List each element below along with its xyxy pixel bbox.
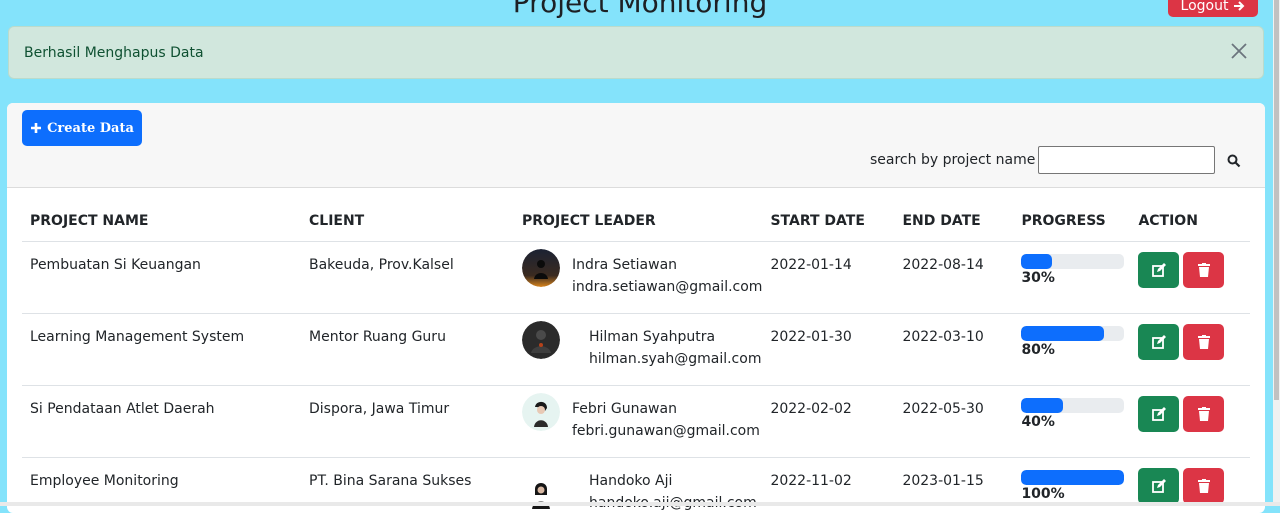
- scrollbar-thumb[interactable]: [1274, 0, 1279, 400]
- avatar: [522, 393, 560, 431]
- table-row: Pembuatan Si Keuangan Bakeuda, Prov.Kals…: [22, 242, 1250, 314]
- end-date: 2022-05-30: [894, 386, 1013, 458]
- table-row: Learning Management System Mentor Ruang …: [22, 314, 1250, 386]
- table-header-row: PROJECT NAME CLIENT PROJECT LEADER START…: [22, 201, 1250, 242]
- page-scrollbar[interactable]: [1273, 0, 1280, 506]
- progress-label: 30%: [1021, 269, 1130, 287]
- progress-fill: [1021, 254, 1052, 269]
- row-actions: [1138, 252, 1250, 288]
- card-header: Create Data search by project name :: [7, 103, 1265, 188]
- delete-button[interactable]: [1183, 396, 1224, 432]
- leader-email: hilman.syah@gmail.com: [589, 348, 761, 370]
- project-name: Si Pendataan Atlet Daerah: [22, 386, 301, 458]
- col-project-name: PROJECT NAME: [22, 201, 301, 242]
- col-progress: PROGRESS: [1013, 201, 1130, 242]
- trash-icon: [1198, 479, 1210, 493]
- leader-email: indra.setiawan@gmail.com: [572, 276, 762, 298]
- client-name: Dispora, Jawa Timur: [301, 386, 514, 458]
- end-date: 2022-03-10: [894, 314, 1013, 386]
- logout-button[interactable]: Logout: [1168, 0, 1258, 17]
- trash-icon: [1198, 407, 1210, 421]
- arrow-right-icon: [1233, 0, 1245, 12]
- delete-button[interactable]: [1183, 468, 1224, 504]
- progress-label: 40%: [1021, 413, 1130, 431]
- page-title: Project Monitoring: [0, 0, 1280, 19]
- project-name: Pembuatan Si Keuangan: [22, 242, 301, 314]
- close-icon[interactable]: [1229, 41, 1249, 61]
- delete-button[interactable]: [1183, 252, 1224, 288]
- edit-button[interactable]: [1138, 396, 1179, 432]
- edit-icon: [1152, 263, 1166, 277]
- row-actions: [1138, 396, 1250, 432]
- progress-fill: [1021, 326, 1103, 341]
- edit-button[interactable]: [1138, 324, 1179, 360]
- leader-name: Handoko Aji: [589, 470, 757, 492]
- col-action: ACTION: [1130, 201, 1250, 242]
- table-row: Si Pendataan Atlet Daerah Dispora, Jawa …: [22, 386, 1250, 458]
- project-leader: Hilman Syahputra hilman.syah@gmail.com: [522, 326, 762, 370]
- search-label: search by project name :: [870, 152, 1045, 168]
- start-date: 2022-01-14: [762, 242, 894, 314]
- edit-icon: [1152, 407, 1166, 421]
- start-date: 2022-02-02: [762, 386, 894, 458]
- edit-icon: [1152, 335, 1166, 349]
- trash-icon: [1198, 263, 1210, 277]
- project-table: PROJECT NAME CLIENT PROJECT LEADER START…: [22, 201, 1250, 513]
- trash-icon: [1198, 335, 1210, 349]
- progress-fill: [1021, 398, 1062, 413]
- col-client: CLIENT: [301, 201, 514, 242]
- client-name: Mentor Ruang Guru: [301, 314, 514, 386]
- leader-email: febri.gunawan@gmail.com: [572, 420, 760, 442]
- search-input[interactable]: [1038, 146, 1215, 174]
- alert-message: Berhasil Menghapus Data: [24, 45, 204, 61]
- row-actions: [1138, 324, 1250, 360]
- progress-fill: [1021, 470, 1124, 485]
- project-leader: Febri Gunawan febri.gunawan@gmail.com: [522, 398, 762, 442]
- row-actions: [1138, 468, 1250, 504]
- create-data-button[interactable]: Create Data: [22, 110, 142, 146]
- create-data-label: Create Data: [47, 121, 134, 136]
- col-start-date: START DATE: [762, 201, 894, 242]
- search-icon[interactable]: [1227, 154, 1241, 168]
- leader-name: Febri Gunawan: [572, 398, 760, 420]
- avatar: [522, 249, 560, 287]
- avatar: [522, 321, 560, 359]
- progress-label: 100%: [1021, 485, 1130, 503]
- client-name: Bakeuda, Prov.Kalsel: [301, 242, 514, 314]
- bottom-edge: [0, 502, 1280, 506]
- project-leader: Indra Setiawan indra.setiawan@gmail.com: [522, 254, 762, 298]
- project-name: Learning Management System: [22, 314, 301, 386]
- progress-bar: [1021, 398, 1124, 413]
- logout-label: Logout: [1181, 0, 1229, 14]
- end-date: 2022-08-14: [894, 242, 1013, 314]
- success-alert: Berhasil Menghapus Data: [8, 26, 1264, 79]
- col-project-leader: PROJECT LEADER: [514, 201, 762, 242]
- col-end-date: END DATE: [894, 201, 1013, 242]
- project-card: Create Data search by project name : PRO…: [7, 103, 1265, 513]
- plus-icon: [30, 122, 42, 134]
- progress-bar: [1021, 470, 1124, 485]
- progress-bar: [1021, 326, 1124, 341]
- leader-name: Hilman Syahputra: [589, 326, 761, 348]
- edit-icon: [1152, 479, 1166, 493]
- edit-button[interactable]: [1138, 468, 1179, 504]
- delete-button[interactable]: [1183, 324, 1224, 360]
- edit-button[interactable]: [1138, 252, 1179, 288]
- project-leader: Handoko Aji handoko.aji@gmail.com: [522, 470, 762, 513]
- progress-label: 80%: [1021, 341, 1130, 359]
- leader-name: Indra Setiawan: [572, 254, 762, 276]
- start-date: 2022-01-30: [762, 314, 894, 386]
- progress-bar: [1021, 254, 1124, 269]
